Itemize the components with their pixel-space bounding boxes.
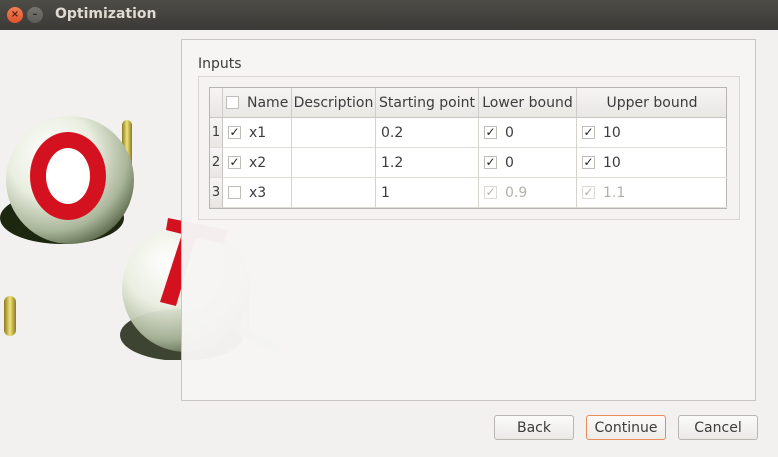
upper-bound-cell[interactable]: ✓ 10: [577, 118, 727, 148]
starting-point-cell[interactable]: 0.2: [376, 118, 479, 148]
column-header-starting-point[interactable]: Starting point: [376, 88, 479, 117]
close-icon[interactable]: ×: [7, 7, 23, 23]
name-cell[interactable]: ✓ x2: [223, 148, 292, 178]
column-header-name[interactable]: Name: [223, 88, 292, 117]
description-cell[interactable]: [292, 118, 376, 148]
upper-bound-value: 1.1: [603, 184, 626, 201]
upper-bound-checkbox: ✓: [582, 185, 595, 199]
lower-bound-checkbox[interactable]: ✓: [484, 156, 497, 169]
cancel-button[interactable]: Cancel: [678, 415, 758, 440]
lower-bound-checkbox: ✓: [484, 185, 497, 199]
row-select-checkbox[interactable]: ✓: [228, 126, 241, 139]
row-select-checkbox[interactable]: [228, 186, 241, 199]
upper-bound-value: 10: [603, 154, 621, 171]
lower-bound-value: 0.9: [505, 184, 528, 201]
header-label-name: Name: [247, 94, 289, 111]
upper-bound-cell[interactable]: ✓ 10: [577, 148, 727, 178]
upper-bound-checkbox[interactable]: ✓: [582, 126, 595, 139]
column-header-lower-bound[interactable]: Lower bound: [479, 88, 577, 117]
upper-bound-value: 10: [603, 124, 621, 141]
lower-bound-value: 0: [505, 154, 514, 171]
variable-name: x3: [249, 184, 267, 201]
name-cell[interactable]: ✓ x1: [223, 118, 292, 148]
variable-name: x2: [249, 154, 267, 171]
row-number[interactable]: 2: [210, 148, 223, 178]
variable-name: x1: [249, 124, 267, 141]
minimize-icon[interactable]: –: [27, 7, 43, 23]
table-row: 1 ✓ x1 0.2 ✓ 0 ✓ 10: [210, 118, 727, 148]
row-select-checkbox[interactable]: ✓: [228, 156, 241, 169]
table-row: 2 ✓ x2 1.2 ✓ 0 ✓ 10: [210, 148, 727, 178]
name-cell[interactable]: x3: [223, 178, 292, 208]
inputs-group-title: Inputs: [198, 56, 242, 72]
corner-header: [210, 88, 223, 117]
window-title: Optimization: [55, 6, 157, 22]
starting-point-cell[interactable]: 1.2: [376, 148, 479, 178]
lower-bound-value: 0: [505, 124, 514, 141]
upper-bound-cell: ✓ 1.1: [577, 178, 727, 208]
back-button[interactable]: Back: [494, 415, 574, 440]
select-all-checkbox[interactable]: [226, 96, 239, 109]
lower-bound-cell[interactable]: ✓ 0: [479, 118, 577, 148]
row-number[interactable]: 3: [210, 178, 223, 208]
row-number[interactable]: 1: [210, 118, 223, 148]
continue-button[interactable]: Continue: [586, 415, 666, 440]
upper-bound-checkbox[interactable]: ✓: [582, 156, 595, 169]
table-header: Name Description Starting point Lower bo…: [210, 88, 726, 118]
lower-bound-cell[interactable]: ✓ 0: [479, 148, 577, 178]
column-header-upper-bound[interactable]: Upper bound: [577, 88, 727, 117]
description-cell[interactable]: [292, 148, 376, 178]
column-header-description[interactable]: Description: [292, 88, 376, 117]
inputs-table: Name Description Starting point Lower bo…: [209, 87, 727, 209]
lower-bound-cell: ✓ 0.9: [479, 178, 577, 208]
description-cell[interactable]: [292, 178, 376, 208]
starting-point-cell[interactable]: 1: [376, 178, 479, 208]
lower-bound-checkbox[interactable]: ✓: [484, 126, 497, 139]
table-row: 3 x3 1 ✓ 0.9 ✓ 1.1: [210, 178, 727, 208]
title-bar: × – Optimization: [0, 0, 778, 30]
